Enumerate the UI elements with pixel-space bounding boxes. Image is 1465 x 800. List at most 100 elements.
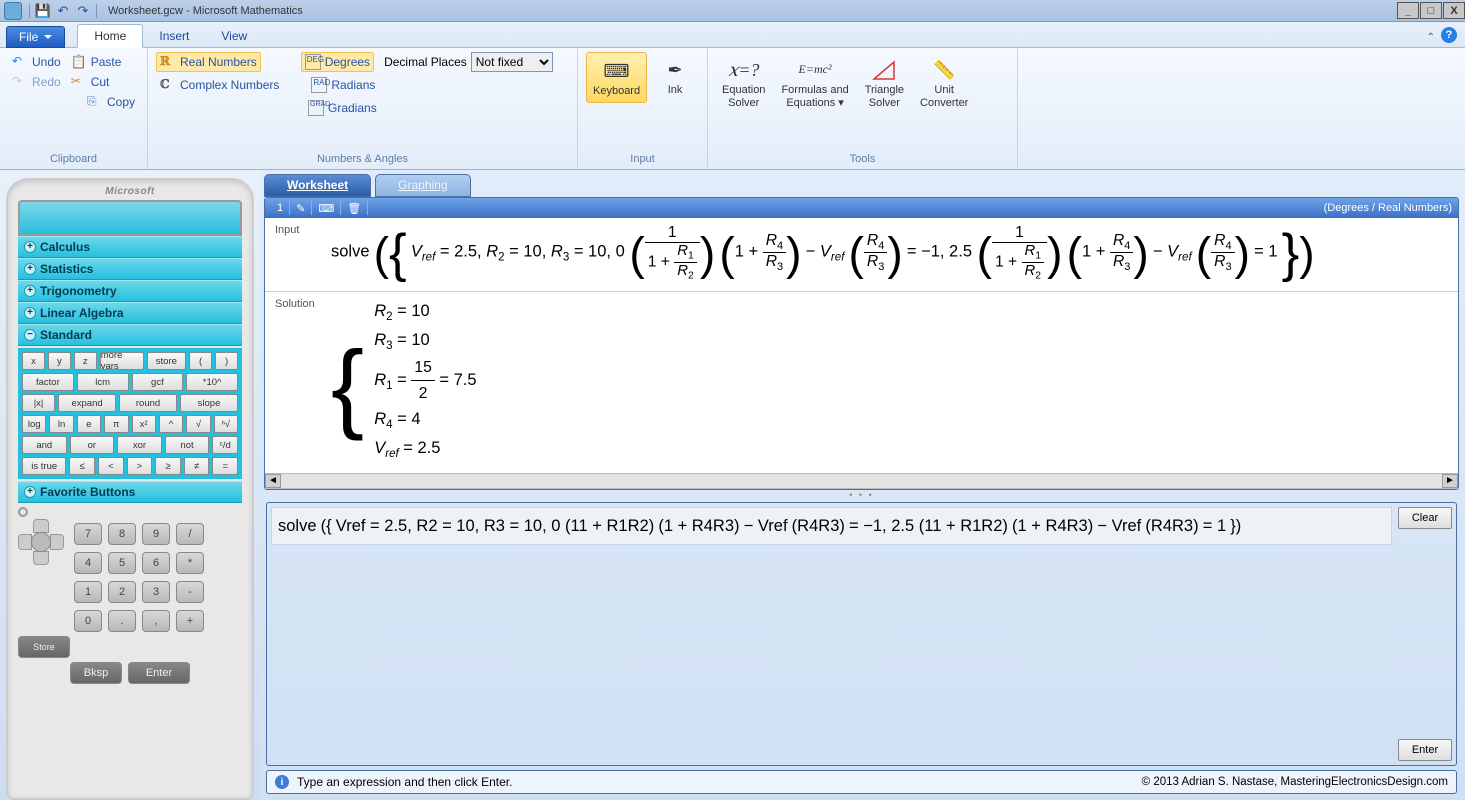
cut-button[interactable]: Cut	[67, 72, 114, 92]
key-factor[interactable]: factor	[22, 373, 74, 391]
cat-calculus[interactable]: +Calculus	[18, 236, 242, 258]
key-sq[interactable]: x²	[132, 415, 156, 433]
tab-insert[interactable]: Insert	[143, 25, 205, 47]
key-pi[interactable]: π	[104, 415, 128, 433]
real-numbers-button[interactable]: ℝReal Numbers	[156, 52, 261, 72]
key-z[interactable]: z	[74, 352, 97, 370]
key-or[interactable]: or	[70, 436, 115, 454]
hk-3[interactable]: 3	[142, 581, 170, 603]
tab-graphing[interactable]: Graphing	[375, 174, 470, 197]
key-ln[interactable]: ln	[49, 415, 73, 433]
redo-button[interactable]: Redo	[8, 72, 65, 92]
cat-trigonometry[interactable]: +Trigonometry	[18, 280, 242, 302]
hk-sub[interactable]: -	[176, 581, 204, 603]
minimize-button[interactable]: _	[1397, 2, 1419, 19]
key-pow10[interactable]: *10^	[186, 373, 238, 391]
splitter[interactable]: • • •	[264, 490, 1459, 500]
key-morevars[interactable]: more vars	[100, 352, 144, 370]
hk-1[interactable]: 1	[74, 581, 102, 603]
key-ge[interactable]: ≥	[155, 457, 181, 475]
triangle-solver-button[interactable]: Triangle Solver	[859, 52, 910, 113]
complex-numbers-button[interactable]: ℂComplex Numbers	[156, 75, 283, 95]
hk-bksp[interactable]: Bksp	[70, 662, 122, 684]
key-abs[interactable]: |x|	[22, 394, 55, 412]
cat-linear-algebra[interactable]: +Linear Algebra	[18, 302, 242, 324]
hk-store[interactable]: Store	[18, 636, 70, 658]
gradians-button[interactable]: GRADGradians	[304, 98, 381, 118]
hk-4[interactable]: 4	[74, 552, 102, 574]
key-store[interactable]: store	[147, 352, 187, 370]
cat-standard[interactable]: −Standard	[18, 324, 242, 346]
ribbon-minimize-icon[interactable]: ⌃	[1427, 32, 1435, 43]
qat-save-icon[interactable]: 💾	[35, 3, 51, 19]
enter-button[interactable]: Enter	[1398, 739, 1452, 761]
formulas-button[interactable]: E=mc² Formulas and Equations ▾	[775, 52, 854, 113]
ink-button[interactable]: ✒ Ink	[653, 52, 697, 103]
key-nroot[interactable]: ⁿ√	[214, 415, 238, 433]
copy-button[interactable]: Copy	[83, 92, 139, 112]
cat-favorites[interactable]: +Favorite Buttons	[18, 481, 242, 503]
decimal-places-select[interactable]: Not fixed	[471, 52, 553, 72]
key-y[interactable]: y	[48, 352, 71, 370]
close-button[interactable]: X	[1443, 2, 1465, 19]
key-xor[interactable]: xor	[117, 436, 162, 454]
hk-2[interactable]: 2	[108, 581, 136, 603]
key-x[interactable]: x	[22, 352, 45, 370]
h-scrollbar[interactable]: ◄►	[265, 473, 1458, 489]
key-sqrt[interactable]: √	[186, 415, 210, 433]
keyboard-small-icon[interactable]: ⌨	[312, 201, 341, 215]
hk-0[interactable]: 0	[74, 610, 102, 632]
hk-8[interactable]: 8	[108, 523, 136, 545]
cat-statistics[interactable]: +Statistics	[18, 258, 242, 280]
edit-icon[interactable]: ✎	[290, 201, 312, 215]
help-icon[interactable]: ?	[1441, 27, 1457, 43]
radians-button[interactable]: RADRadians	[307, 75, 379, 95]
tab-worksheet[interactable]: Worksheet	[264, 174, 371, 197]
qat-redo-icon[interactable]: ↷	[75, 3, 91, 19]
key-not[interactable]: not	[165, 436, 210, 454]
key-expand[interactable]: expand	[58, 394, 116, 412]
tab-view[interactable]: View	[205, 25, 263, 47]
equation-solver-button[interactable]: 𝑥=? Equation Solver	[716, 52, 771, 113]
key-ne[interactable]: ≠	[184, 457, 210, 475]
maximize-button[interactable]: □	[1420, 2, 1442, 19]
key-gcf[interactable]: gcf	[132, 373, 184, 391]
key-pow[interactable]: ^	[159, 415, 183, 433]
paste-button[interactable]: Paste	[67, 52, 126, 72]
key-lparen[interactable]: (	[189, 352, 212, 370]
key-rparen[interactable]: )	[215, 352, 238, 370]
history-index[interactable]: 1	[271, 201, 290, 215]
delete-icon[interactable]: 🗑	[341, 201, 368, 215]
dpad[interactable]	[18, 519, 64, 565]
key-e[interactable]: e	[77, 415, 101, 433]
keyboard-button[interactable]: ⌨ Keyboard	[586, 52, 647, 103]
hk-div[interactable]: /	[176, 523, 204, 545]
tab-home[interactable]: Home	[77, 24, 143, 48]
hk-dot[interactable]: .	[108, 610, 136, 632]
hk-7[interactable]: 7	[74, 523, 102, 545]
hk-mul[interactable]: *	[176, 552, 204, 574]
qat-undo-icon[interactable]: ↶	[55, 3, 71, 19]
power-icon[interactable]	[18, 507, 28, 517]
expression-input[interactable]: solve ({ Vref = 2.5, R2 = 10, R3 = 10, 0…	[271, 507, 1392, 545]
key-round[interactable]: round	[119, 394, 177, 412]
key-lt[interactable]: <	[98, 457, 124, 475]
key-lcm[interactable]: lcm	[77, 373, 129, 391]
hk-9[interactable]: 9	[142, 523, 170, 545]
hk-6[interactable]: 6	[142, 552, 170, 574]
clear-button[interactable]: Clear	[1398, 507, 1452, 529]
key-le[interactable]: ≤	[69, 457, 95, 475]
key-slope[interactable]: slope	[180, 394, 238, 412]
degrees-button[interactable]: DEGDegrees	[301, 52, 374, 72]
hk-5[interactable]: 5	[108, 552, 136, 574]
key-log[interactable]: log	[22, 415, 46, 433]
key-gt[interactable]: >	[127, 457, 153, 475]
key-eq[interactable]: =	[212, 457, 238, 475]
key-istrue[interactable]: is true	[22, 457, 66, 475]
hk-enter[interactable]: Enter	[128, 662, 190, 684]
hk-add[interactable]: +	[176, 610, 204, 632]
key-frac[interactable]: ᶜ/d	[212, 436, 238, 454]
undo-button[interactable]: Undo	[8, 52, 65, 72]
file-menu[interactable]: File	[6, 26, 65, 48]
key-and[interactable]: and	[22, 436, 67, 454]
